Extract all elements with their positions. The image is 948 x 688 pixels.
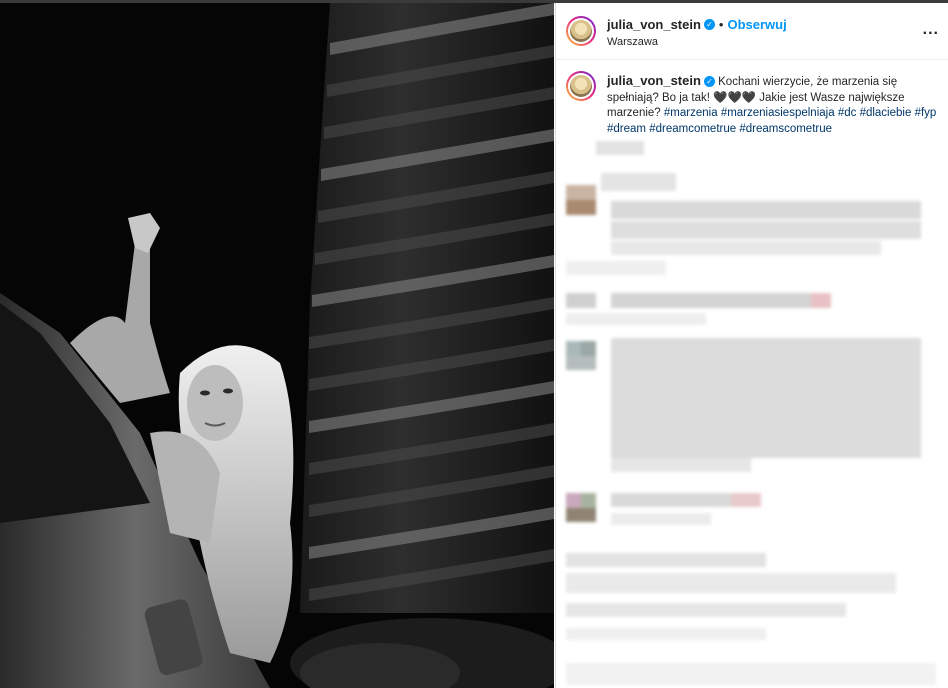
- post-image[interactable]: [0, 3, 554, 688]
- more-options-icon[interactable]: ...: [923, 21, 939, 39]
- hashtag[interactable]: #marzeniasiespelniaja: [721, 107, 835, 119]
- post-sidebar: julia_von_stein ✓ • Obserwuj Warszawa ... j…: [555, 3, 948, 688]
- caption-avatar[interactable]: [566, 71, 596, 101]
- post-photo-illustration: [0, 3, 554, 688]
- hashtag[interactable]: #marzenia: [664, 107, 718, 119]
- post-caption: julia_von_stein ✓ Kochani wierzycie, że m…: [607, 73, 937, 137]
- pixelated-comments: [556, 133, 948, 688]
- hashtag[interactable]: #fyp: [915, 107, 937, 119]
- follow-button[interactable]: Obserwuj: [727, 17, 786, 32]
- caption-username[interactable]: julia_von_stein: [607, 73, 701, 88]
- header-username[interactable]: julia_von_stein: [607, 17, 701, 32]
- verified-badge-icon: ✓: [703, 19, 715, 31]
- verified-badge-icon: ✓: [703, 76, 715, 88]
- separator-dot: •: [718, 17, 724, 32]
- hashtag[interactable]: #dc: [838, 107, 857, 119]
- post-location[interactable]: Warszawa: [607, 36, 658, 48]
- post-header: julia_von_stein ✓ • Obserwuj Warszawa ...: [556, 3, 948, 60]
- hashtag[interactable]: #dlaciebie: [860, 107, 912, 119]
- avatar[interactable]: [566, 16, 596, 46]
